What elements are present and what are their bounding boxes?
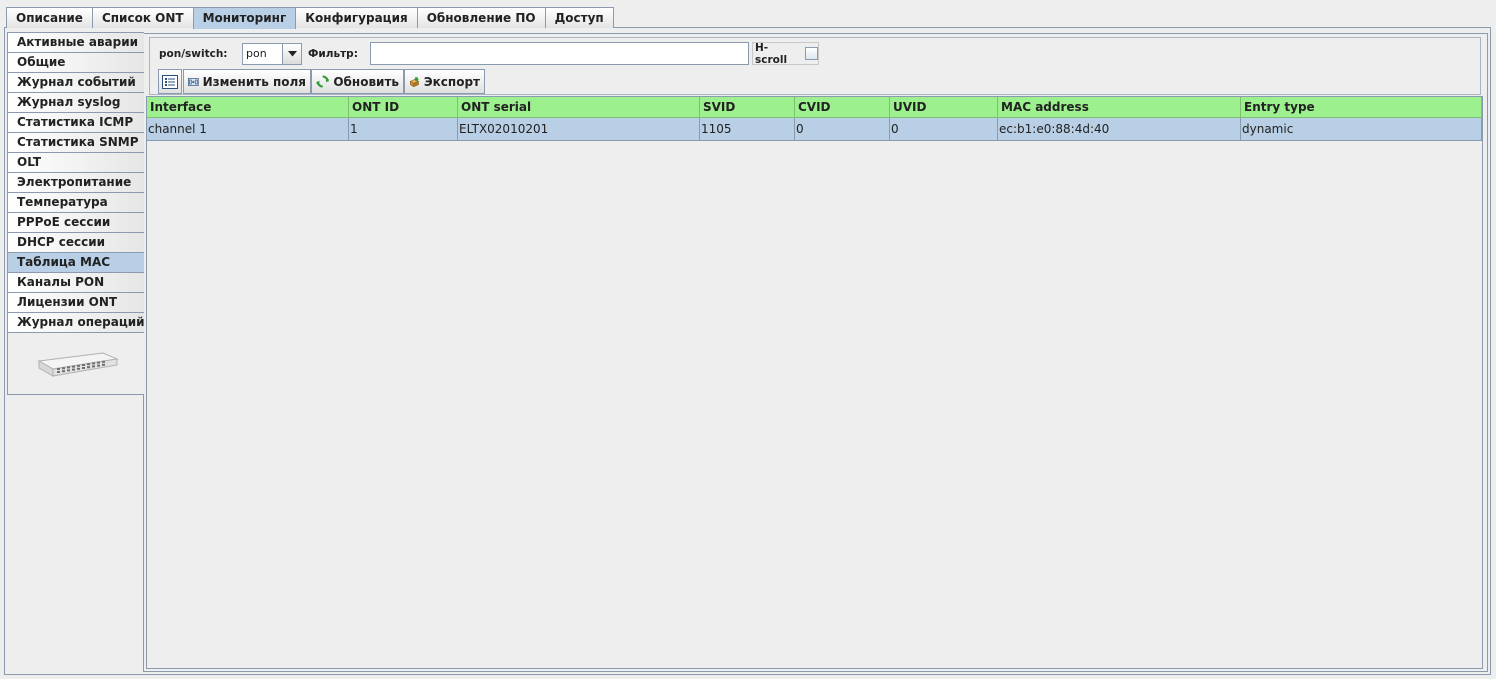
column-header-cvid[interactable]: CVID — [795, 97, 890, 118]
side-tab-pon-channels[interactable]: Каналы PON — [7, 272, 144, 292]
table-row[interactable]: channel 1 1 ELTX02010201 1105 0 0 ec:b1:… — [147, 118, 1482, 141]
hscroll-toggle[interactable]: H-scroll — [752, 41, 819, 66]
cell-cvid: 0 — [795, 118, 890, 141]
side-tab-icmp-stats[interactable]: Статистика ICMP — [7, 112, 144, 132]
side-tab-bar: Активные аварии Общие Журнал событий Жур… — [7, 32, 145, 395]
pon-switch-select[interactable]: pon — [242, 43, 302, 65]
edit-fields-button[interactable]: Изменить поля — [183, 69, 311, 94]
cell-entry-type: dynamic — [1241, 118, 1482, 141]
tab-description[interactable]: Описание — [6, 7, 93, 28]
mac-table: Interface ONT ID ONT serial SVID CVID UV… — [146, 96, 1483, 669]
export-button[interactable]: Экспорт — [404, 69, 485, 94]
list-settings-icon — [162, 74, 178, 89]
side-tab-snmp-stats[interactable]: Статистика SNMP — [7, 132, 144, 152]
tab-ont-list[interactable]: Список ONT — [91, 7, 194, 28]
cell-svid: 1105 — [700, 118, 795, 141]
side-tab-syslog[interactable]: Журнал syslog — [7, 92, 144, 112]
tab-firmware-update[interactable]: Обновление ПО — [416, 7, 546, 28]
filter-label: Фильтр: — [308, 48, 358, 60]
export-label: Экспорт — [423, 74, 480, 89]
hscroll-label: H-scroll — [755, 41, 788, 66]
cell-interface: channel 1 — [147, 118, 349, 141]
refresh-label: Обновить — [333, 74, 399, 89]
column-header-ont-serial[interactable]: ONT serial — [458, 97, 700, 118]
column-header-ont-id[interactable]: ONT ID — [349, 97, 458, 118]
tab-monitoring[interactable]: Мониторинг — [192, 7, 297, 29]
side-tab-active-alarms[interactable]: Активные аварии — [7, 32, 144, 52]
column-header-uvid[interactable]: UVID — [890, 97, 998, 118]
side-tab-olt[interactable]: OLT — [7, 152, 144, 172]
cell-ont-id: 1 — [349, 118, 458, 141]
toolbar-panel: pon/switch: pon Фильтр: H-scroll Изменит… — [149, 37, 1481, 95]
hscroll-checkbox[interactable] — [805, 47, 818, 60]
side-tab-power[interactable]: Электропитание — [7, 172, 144, 192]
tab-configuration[interactable]: Конфигурация — [295, 7, 418, 28]
side-tab-dhcp-sessions[interactable]: DHCP сессии — [7, 232, 144, 252]
filter-input[interactable] — [370, 42, 749, 65]
refresh-icon — [316, 75, 330, 88]
edit-fields-icon — [188, 77, 199, 86]
edit-fields-label: Изменить поля — [202, 74, 306, 89]
chevron-down-icon[interactable] — [282, 44, 301, 64]
mac-table-panel: pon/switch: pon Фильтр: H-scroll Изменит… — [143, 33, 1488, 672]
column-header-interface[interactable]: Interface — [147, 97, 349, 118]
refresh-button[interactable]: Обновить — [311, 69, 404, 94]
cell-uvid: 0 — [890, 118, 998, 141]
export-icon — [409, 76, 420, 87]
column-header-entry-type[interactable]: Entry type — [1241, 97, 1482, 118]
column-header-mac-address[interactable]: MAC address — [998, 97, 1241, 118]
side-tab-temperature[interactable]: Температура — [7, 192, 144, 212]
column-settings-button[interactable] — [158, 69, 182, 94]
pon-switch-label: pon/switch: — [159, 48, 228, 60]
table-header: Interface ONT ID ONT serial SVID CVID UV… — [147, 97, 1482, 118]
device-image-panel — [7, 332, 144, 395]
tab-access[interactable]: Доступ — [544, 7, 614, 28]
pon-switch-value: pon — [246, 47, 267, 60]
side-tab-event-log[interactable]: Журнал событий — [7, 72, 144, 92]
side-tab-mac-table[interactable]: Таблица MAC — [7, 252, 144, 272]
side-tab-general[interactable]: Общие — [7, 52, 144, 72]
side-tab-ont-licenses[interactable]: Лицензии ONT — [7, 292, 144, 312]
side-tab-operations-log[interactable]: Журнал операций — [7, 312, 145, 332]
side-tab-pppoe-sessions[interactable]: PPPoE сессии — [7, 212, 144, 232]
column-header-svid[interactable]: SVID — [700, 97, 795, 118]
cell-ont-serial: ELTX02010201 — [458, 118, 700, 141]
olt-device-icon — [37, 351, 119, 377]
top-tab-bar: Описание Список ONT Мониторинг Конфигура… — [6, 7, 614, 29]
cell-mac-address: ec:b1:e0:88:4d:40 — [998, 118, 1241, 141]
